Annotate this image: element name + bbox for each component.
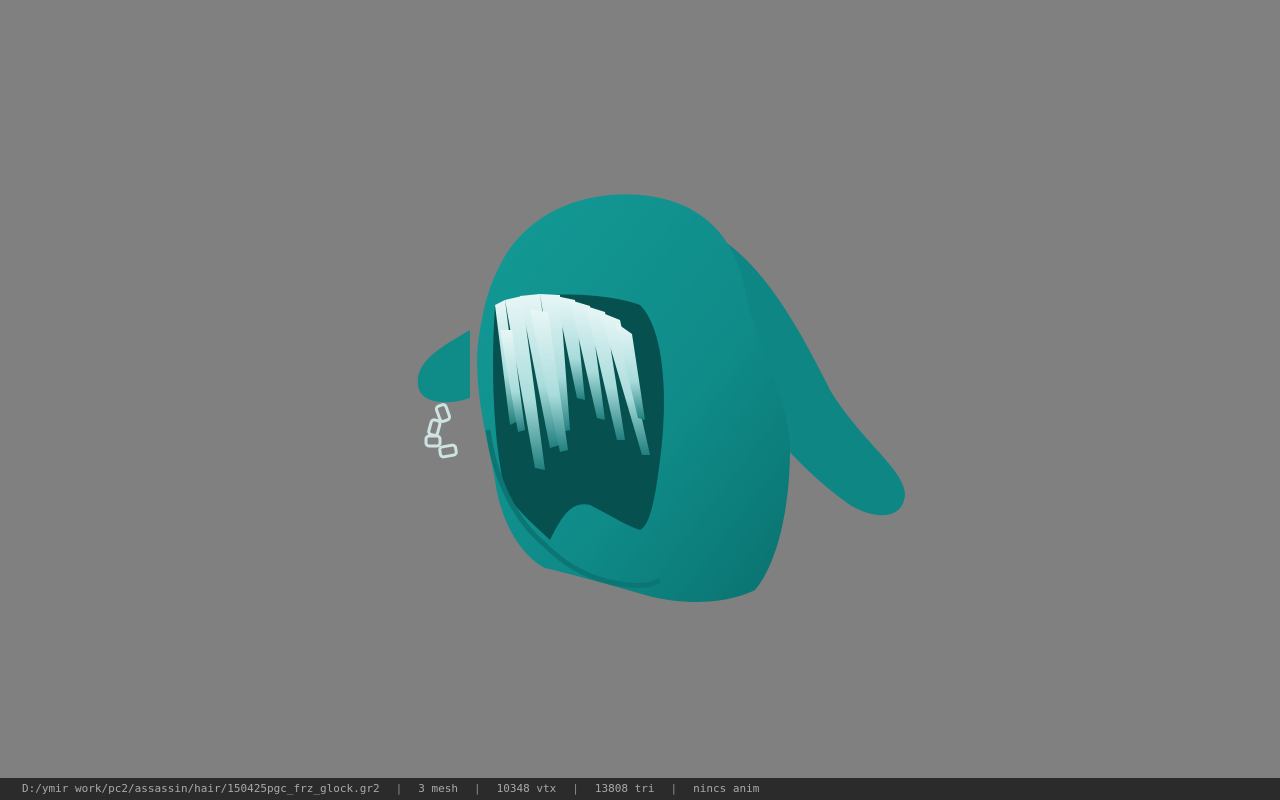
file-path: D:/ymir work/pc2/assassin/hair/150425pgc… — [22, 782, 380, 795]
chain-accessory — [424, 403, 458, 459]
model-render[interactable] — [0, 0, 1280, 778]
status-bar: D:/ymir work/pc2/assassin/hair/150425pgc… — [0, 778, 1280, 800]
3d-viewport[interactable] — [0, 0, 1280, 778]
mesh-count: 3 mesh — [418, 782, 458, 795]
anim-status: nincs anim — [693, 782, 760, 795]
triangle-count: 13808 tri — [594, 782, 655, 795]
separator: | — [670, 782, 678, 795]
separator: | — [474, 782, 481, 795]
hood-left-ear — [417, 330, 470, 403]
separator: | — [395, 782, 403, 795]
vertex-count: 10348 vtx — [496, 782, 557, 795]
separator: | — [572, 782, 579, 795]
